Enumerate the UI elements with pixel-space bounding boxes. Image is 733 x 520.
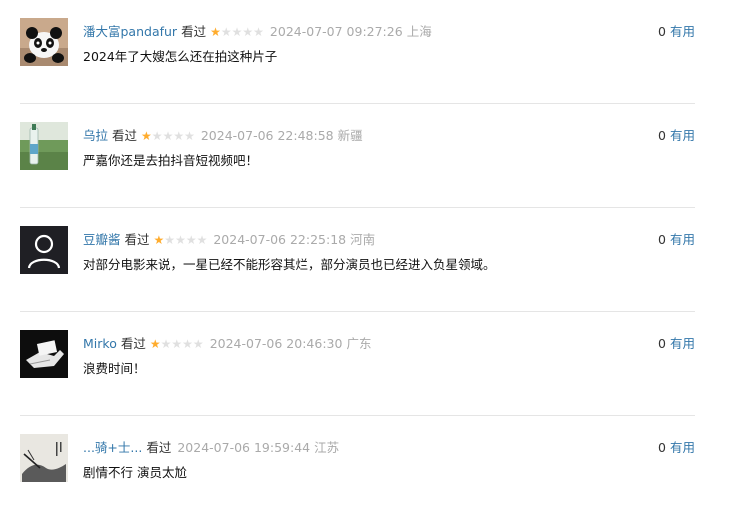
star-icon: ★ <box>220 25 232 39</box>
username-link[interactable]: Mirko <box>83 335 117 353</box>
bottle-landscape-avatar-icon <box>20 122 68 170</box>
ink-painting-avatar-icon <box>20 434 68 482</box>
useful-button[interactable]: 有用 <box>670 336 695 351</box>
useful-button[interactable]: 有用 <box>670 24 695 39</box>
vote-area: 0 有用 <box>658 439 695 457</box>
useful-button[interactable]: 有用 <box>670 232 695 247</box>
user-avatar[interactable] <box>20 226 68 274</box>
comment-text: 严嘉你还是去拍抖音短视频吧！ <box>83 153 259 168</box>
username-link[interactable]: 豆瓣酱 <box>83 231 121 249</box>
comment-text: 浪费时间！ <box>83 361 146 376</box>
watched-label: 看过 <box>124 232 150 247</box>
comment-item: 潘大富pandafur 看过 ★ ★ ★ ★ ★ 2024-07-07 09:2… <box>20 0 695 104</box>
username-link[interactable]: 乌拉 <box>83 127 108 145</box>
useful-button[interactable]: 有用 <box>670 128 695 143</box>
comment-text: 2024年了大嫂怎么还在拍这种片子 <box>83 49 278 64</box>
star-icon: ★ <box>164 233 176 247</box>
vote-count: 0 <box>658 24 666 39</box>
star-icon: ★ <box>141 129 152 143</box>
star-icon: ★ <box>173 129 185 143</box>
star-icon: ★ <box>196 233 208 247</box>
comment-time: 2024-07-07 09:27:26 <box>269 24 403 39</box>
comment-meta: Mirko 看过 ★ ★ ★ ★ ★ 2024-07-06 20:46:30 广… <box>83 335 371 353</box>
comment-location: 广东 <box>346 336 372 351</box>
comment-meta: ...骑+士... 看过 2024-07-06 19:59:44 江苏 <box>83 439 339 457</box>
comment-meta: 潘大富pandafur 看过 ★ ★ ★ ★ ★ 2024-07-07 09:2… <box>83 23 432 41</box>
comment-location: 江苏 <box>314 440 340 455</box>
rating-stars: ★ ★ ★ ★ ★ <box>210 26 264 38</box>
star-icon: ★ <box>171 337 183 351</box>
vote-count: 0 <box>658 128 666 143</box>
comment-time: 2024-07-06 22:48:58 <box>200 128 334 143</box>
star-icon: ★ <box>151 129 163 143</box>
comment-time: 2024-07-06 20:46:30 <box>209 336 343 351</box>
user-avatar[interactable] <box>20 122 68 170</box>
watched-label: 看过 <box>181 24 207 39</box>
vote-count: 0 <box>658 232 666 247</box>
star-icon: ★ <box>175 233 186 247</box>
vote-area: 0 有用 <box>658 23 695 41</box>
star-icon: ★ <box>153 233 165 247</box>
rating-stars: ★ ★ ★ ★ ★ <box>154 234 208 246</box>
watched-label: 看过 <box>120 336 146 351</box>
comment-meta: 乌拉 看过 ★ ★ ★ ★ ★ 2024-07-06 22:48:58 新疆 <box>83 127 363 145</box>
vote-count: 0 <box>658 336 666 351</box>
useful-button[interactable]: 有用 <box>670 440 695 455</box>
hand-card-avatar-icon <box>20 330 68 378</box>
watched-label: 看过 <box>146 440 172 455</box>
comment-location: 河南 <box>350 232 376 247</box>
user-avatar[interactable] <box>20 434 68 482</box>
vote-area: 0 有用 <box>658 127 695 145</box>
vote-area: 0 有用 <box>658 231 695 249</box>
star-icon: ★ <box>162 129 174 143</box>
comment-item: ...骑+士... 看过 2024-07-06 19:59:44 江苏 0 有用 … <box>20 416 695 520</box>
star-icon: ★ <box>253 25 264 39</box>
comment-item: 豆瓣酱 看过 ★ ★ ★ ★ ★ 2024-07-06 22:25:18 河南 … <box>20 208 695 312</box>
star-icon: ★ <box>160 337 172 351</box>
username-link[interactable]: 潘大富pandafur <box>83 23 177 41</box>
rating-stars: ★ ★ ★ ★ ★ <box>141 130 195 142</box>
default-user-avatar-icon <box>20 226 68 274</box>
star-icon: ★ <box>182 337 193 351</box>
comment-text: 剧情不行 演员太尬 <box>83 465 187 480</box>
vote-count: 0 <box>658 440 666 455</box>
vote-area: 0 有用 <box>658 335 695 353</box>
star-icon: ★ <box>242 25 254 39</box>
star-icon: ★ <box>149 337 161 351</box>
panda-avatar-icon <box>20 18 68 66</box>
comment-location: 新疆 <box>337 128 363 143</box>
star-icon: ★ <box>184 129 195 143</box>
user-avatar[interactable] <box>20 18 68 66</box>
comment-time: 2024-07-06 22:25:18 <box>213 232 347 247</box>
comment-text: 对部分电影来说，一星已经不能形容其烂，部分演员也已经进入负星领域。 <box>83 257 496 272</box>
user-avatar[interactable] <box>20 330 68 378</box>
star-icon: ★ <box>192 337 204 351</box>
comment-location: 上海 <box>406 24 432 39</box>
username-link[interactable]: ...骑+士... <box>83 439 142 457</box>
rating-stars: ★ ★ ★ ★ ★ <box>150 338 204 350</box>
star-icon: ★ <box>185 233 197 247</box>
watched-label: 看过 <box>112 128 138 143</box>
comment-item: 乌拉 看过 ★ ★ ★ ★ ★ 2024-07-06 22:48:58 新疆 0… <box>20 104 695 208</box>
star-icon: ★ <box>210 25 221 39</box>
comment-item: Mirko 看过 ★ ★ ★ ★ ★ 2024-07-06 20:46:30 广… <box>20 312 695 416</box>
star-icon: ★ <box>231 25 243 39</box>
comment-meta: 豆瓣酱 看过 ★ ★ ★ ★ ★ 2024-07-06 22:25:18 河南 <box>83 231 375 249</box>
comment-time: 2024-07-06 19:59:44 <box>177 440 311 455</box>
